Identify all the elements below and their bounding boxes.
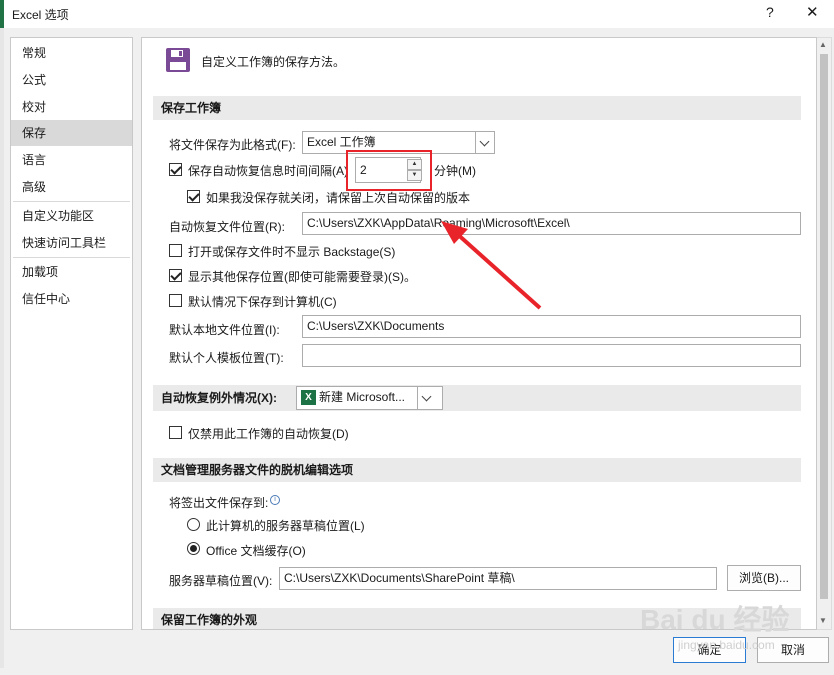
watermark-url: jingyan.baidu.com bbox=[678, 638, 775, 652]
template-location-input[interactable] bbox=[302, 344, 801, 367]
sidebar-item-general[interactable]: 常规 bbox=[11, 40, 132, 66]
local-location-label: 默认本地文件位置(I): bbox=[169, 323, 280, 337]
disable-autorecover-label: 仅禁用此工作簿的自动恢复(D) bbox=[188, 427, 349, 441]
browse-button[interactable]: 浏览(B)... bbox=[727, 565, 801, 591]
sidebar-divider bbox=[13, 201, 130, 202]
minutes-label: 分钟(M) bbox=[434, 164, 476, 178]
server-drafts-radio[interactable] bbox=[187, 518, 200, 531]
sidebar-item-quick-access-toolbar[interactable]: 快速访问工具栏 bbox=[11, 230, 132, 256]
autorecover-location-input[interactable]: C:\Users\ZXK\AppData\Roaming\Microsoft\E… bbox=[302, 212, 801, 235]
sidebar-item-save[interactable]: 保存 bbox=[11, 120, 132, 146]
window-title: Excel 选项 bbox=[12, 8, 69, 22]
vertical-scrollbar[interactable]: ▲ ▼ bbox=[817, 37, 832, 630]
workbook-dropdown-value: 新建 Microsoft... bbox=[319, 390, 406, 404]
show-other-locations-checkbox[interactable] bbox=[169, 269, 182, 282]
chevron-down-icon bbox=[417, 387, 442, 409]
title-accent bbox=[0, 0, 4, 28]
autorecover-label: 保存自动恢复信息时间间隔(A) bbox=[188, 164, 348, 178]
sidebar: 常规 公式 校对 保存 语言 高级 自定义功能区 快速访问工具栏 加载项 信任中… bbox=[10, 37, 133, 630]
save-to-computer-checkbox[interactable] bbox=[169, 294, 182, 307]
info-icon: i bbox=[270, 495, 280, 505]
options-panel: 自定义工作簿的保存方法。 保存工作簿 将文件保存为此格式(F): Excel 工… bbox=[141, 37, 817, 630]
baidu-watermark: Bai du 经验 jingyan.baidu.com bbox=[640, 598, 830, 668]
save-to-computer-label: 默认情况下保存到计算机(C) bbox=[188, 295, 337, 309]
autorecover-exceptions-heading: 自动恢复例外情况(X): bbox=[161, 391, 277, 405]
server-drafts-location-label: 服务器草稿位置(V): bbox=[169, 574, 273, 588]
sidebar-item-formulas[interactable]: 公式 bbox=[11, 67, 132, 93]
excel-icon: X bbox=[301, 390, 316, 405]
help-button[interactable]: ? bbox=[766, 4, 774, 20]
save-format-label: 将文件保存为此格式(F): bbox=[169, 138, 296, 152]
autorecover-location-label: 自动恢复文件位置(R): bbox=[169, 220, 285, 234]
office-cache-label: Office 文档缓存(O) bbox=[206, 544, 306, 558]
section-autorecover-exceptions: 自动恢复例外情况(X): bbox=[153, 385, 801, 411]
background-strip bbox=[0, 28, 4, 668]
no-backstage-label: 打开或保存文件时不显示 Backstage(S) bbox=[188, 245, 396, 259]
scrollbar-thumb[interactable] bbox=[820, 54, 828, 599]
page-subtitle: 自定义工作簿的保存方法。 bbox=[201, 55, 346, 69]
disable-autorecover-checkbox[interactable] bbox=[169, 426, 182, 439]
title-bar: Excel 选项 ? ✕ bbox=[0, 0, 834, 28]
office-cache-radio[interactable] bbox=[187, 542, 200, 555]
sidebar-item-customize-ribbon[interactable]: 自定义功能区 bbox=[11, 203, 132, 229]
server-drafts-label: 此计算机的服务器草稿位置(L) bbox=[206, 519, 365, 533]
save-format-value: Excel 工作簿 bbox=[307, 135, 376, 149]
sidebar-item-advanced[interactable]: 高级 bbox=[11, 174, 132, 200]
sidebar-divider bbox=[13, 257, 130, 258]
server-drafts-location-input[interactable]: C:\Users\ZXK\Documents\SharePoint 草稿\ bbox=[279, 567, 717, 590]
sidebar-item-add-ins[interactable]: 加载项 bbox=[11, 259, 132, 285]
workbook-dropdown[interactable]: X 新建 Microsoft... bbox=[296, 386, 443, 410]
no-backstage-checkbox[interactable] bbox=[169, 244, 182, 257]
chevron-down-icon bbox=[475, 132, 494, 153]
local-location-input[interactable]: C:\Users\ZXK\Documents bbox=[302, 315, 801, 338]
template-location-label: 默认个人模板位置(T): bbox=[169, 351, 284, 365]
keep-last-version-checkbox[interactable] bbox=[187, 190, 200, 203]
autorecover-location-value: C:\Users\ZXK\AppData\Roaming\Microsoft\E… bbox=[307, 216, 570, 230]
checkout-location-label: 将签出文件保存到: bbox=[169, 496, 269, 510]
section-save-workbooks: 保存工作簿 bbox=[153, 96, 801, 120]
close-button[interactable]: ✕ bbox=[806, 3, 819, 21]
keep-last-version-label: 如果我没保存就关闭，请保留上次自动保留的版本 bbox=[206, 191, 471, 205]
autorecover-checkbox[interactable] bbox=[169, 163, 182, 176]
sidebar-item-language[interactable]: 语言 bbox=[11, 147, 132, 173]
local-location-value: C:\Users\ZXK\Documents bbox=[307, 319, 445, 333]
watermark-text: Bai du 经验 bbox=[640, 604, 790, 635]
show-other-locations-label: 显示其他保存位置(即使可能需要登录)(S)。 bbox=[188, 270, 416, 284]
save-icon bbox=[165, 47, 191, 76]
server-drafts-location-value: C:\Users\ZXK\Documents\SharePoint 草稿\ bbox=[284, 571, 515, 585]
scroll-up-icon[interactable]: ▲ bbox=[819, 40, 827, 49]
sidebar-item-trust-center[interactable]: 信任中心 bbox=[11, 286, 132, 312]
section-offline-editing: 文档管理服务器文件的脱机编辑选项 bbox=[153, 458, 801, 482]
sidebar-item-proofing[interactable]: 校对 bbox=[11, 94, 132, 120]
highlight-box bbox=[346, 150, 432, 191]
